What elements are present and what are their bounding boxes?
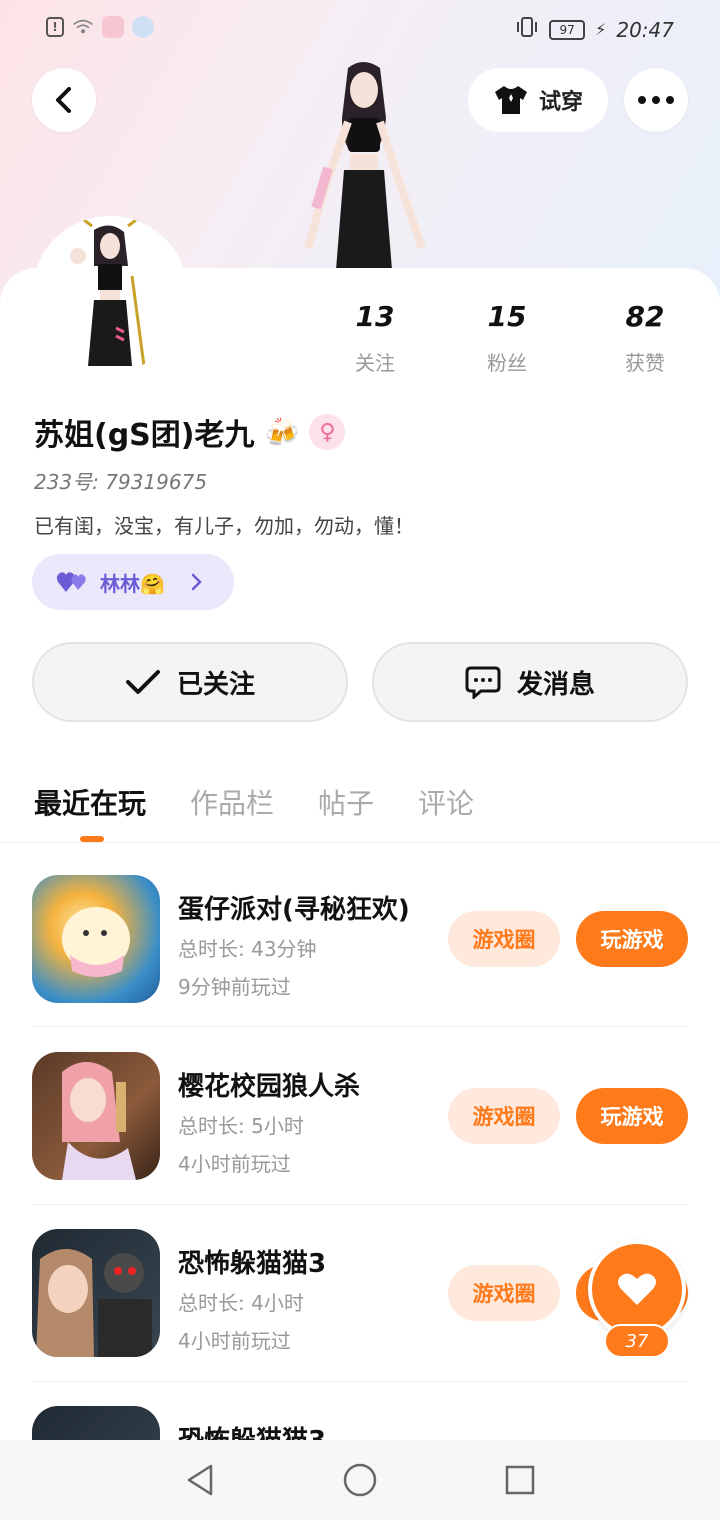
name-row: 苏姐(gS团)老九 🍻 ♀ (34, 410, 346, 454)
back-button[interactable] (32, 68, 96, 132)
app-notification-icon (102, 16, 124, 38)
relationship-tag[interactable]: 林林🤗 (32, 554, 234, 610)
alert-icon: ! (46, 17, 64, 37)
circle-home-icon (343, 1463, 377, 1497)
tab-posts[interactable]: 帖子 (318, 782, 374, 822)
wifi-icon (72, 16, 94, 38)
avatar-3d-figure (304, 62, 426, 270)
nav-recents-button[interactable] (500, 1460, 540, 1500)
game-duration: 总时长: 43分钟 (178, 937, 317, 961)
app-notification-icon-2 (132, 16, 154, 38)
game-icon-sakura-school (32, 1052, 160, 1180)
game-circle-button[interactable]: 游戏圈 (448, 1088, 560, 1144)
game-duration: 总时长: 5小时 (178, 1114, 304, 1138)
system-nav-bar (0, 1440, 720, 1520)
game-list-item[interactable]: 恐怖躲猫猫3 (0, 1406, 720, 1440)
game-title: 蛋仔派对(寻秘狂欢) (178, 895, 410, 925)
tabs-divider (0, 842, 720, 843)
fans-count: 15 (487, 300, 527, 333)
row-divider (32, 1381, 688, 1382)
game-last-played: 4小时前玩过 (178, 1329, 291, 1353)
following-count: 13 (355, 300, 395, 333)
play-game-button[interactable]: 玩游戏 (576, 911, 688, 967)
game-icon-eggy-party (32, 875, 160, 1003)
followed-label: 已关注 (176, 669, 255, 700)
game-title: 恐怖躲猫猫3 (178, 1249, 327, 1279)
game-last-played: 4小时前玩过 (178, 1152, 291, 1176)
likes-count: 82 (625, 300, 665, 333)
checkmark-icon (125, 670, 160, 694)
tab-works[interactable]: 作品栏 (190, 782, 274, 822)
user-avatar[interactable] (32, 216, 188, 372)
game-icon-horror-hide-seek (32, 1229, 160, 1357)
game-circle-button[interactable]: 游戏圈 (448, 911, 560, 967)
tshirt-icon (494, 86, 527, 114)
user-id: 233号: 79319675 (34, 470, 208, 494)
game-title: 樱花校园狼人杀 (178, 1072, 361, 1102)
following-label: 关注 (355, 351, 395, 375)
nav-back-button[interactable] (180, 1460, 220, 1500)
fans-label: 粉丝 (487, 351, 527, 375)
gender-female-icon: ♀ (309, 414, 346, 450)
likes-label: 获赞 (625, 351, 665, 375)
chevron-right-icon (191, 573, 202, 591)
relationship-tag-label: 林林🤗 (100, 571, 165, 596)
double-heart-icon (56, 572, 86, 592)
avatar-character (32, 216, 188, 372)
game-icon-horror-hide-seek (32, 1406, 160, 1440)
try-on-button[interactable]: 试穿 (468, 68, 608, 132)
status-bar: ! 97 ⚡ 20:47 (0, 0, 720, 58)
chat-bubble-icon (465, 666, 501, 699)
play-game-button[interactable]: 玩游戏 (576, 1088, 688, 1144)
more-button[interactable] (624, 68, 688, 132)
vibrate-icon (515, 16, 539, 43)
game-last-played: 9分钟前玩过 (178, 975, 291, 999)
charging-icon: ⚡ (595, 20, 607, 39)
beer-emoji: 🍻 (264, 415, 300, 449)
game-duration: 总时长: 4小时 (178, 1291, 304, 1315)
nav-home-button[interactable] (340, 1460, 380, 1500)
followed-button[interactable]: 已关注 (32, 642, 348, 722)
square-recents-icon (505, 1465, 535, 1495)
tab-recently-played[interactable]: 最近在玩 (34, 782, 146, 822)
game-circle-button[interactable]: 游戏圈 (448, 1265, 560, 1321)
profile-tabs: 最近在玩 作品栏 帖子 评论 (34, 782, 518, 822)
more-dots-icon (638, 96, 674, 104)
row-divider (32, 1026, 688, 1027)
triangle-back-icon (187, 1464, 213, 1496)
stat-likes[interactable]: 82 获赞 (600, 300, 690, 376)
game-title: 恐怖躲猫猫3 (178, 1420, 428, 1440)
send-message-label: 发消息 (516, 669, 595, 700)
send-message-button[interactable]: 发消息 (372, 642, 688, 722)
tab-comments[interactable]: 评论 (418, 782, 474, 822)
heart-icon (618, 1273, 656, 1305)
row-divider (32, 1204, 688, 1205)
stat-fans[interactable]: 15 粉丝 (462, 300, 552, 376)
stat-following[interactable]: 13 关注 (330, 300, 420, 376)
like-count-badge: 37 (604, 1324, 670, 1358)
clock: 20:47 (616, 17, 674, 42)
chevron-left-icon (56, 87, 71, 113)
try-on-label: 试穿 (538, 90, 583, 115)
user-bio: 已有闺，没宝，有儿子，勿加，勿动，懂！ (34, 514, 414, 538)
battery-indicator: 97 (549, 19, 586, 40)
user-name: 苏姐(gS团)老九 (34, 418, 255, 453)
